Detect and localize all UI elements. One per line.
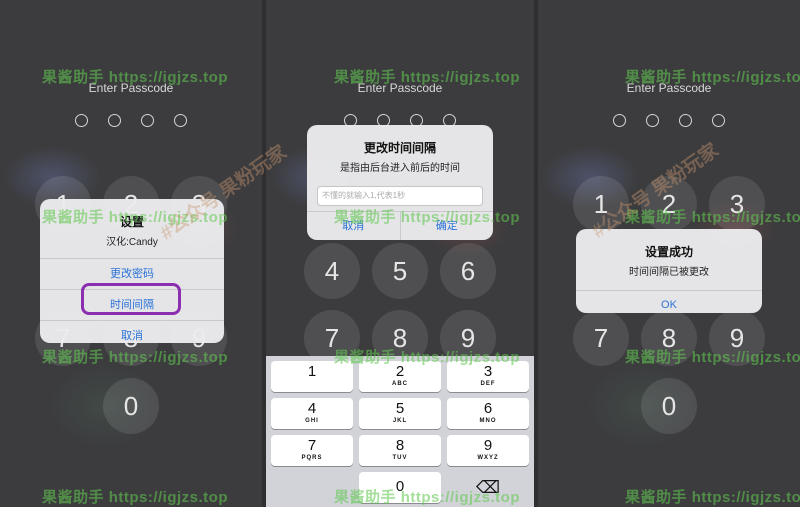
watermark: 果酱助手 https://igjzs.top [625, 66, 800, 87]
number-keyboard: 1 2 ABC 3 DEF 4 GHI 5 JKL 6 MNO 7 PQRS 8 TUV 9W… [266, 356, 534, 507]
cancel-button[interactable]: 取消 [40, 320, 224, 343]
key-letters: WXYZ [477, 455, 499, 461]
watermark-brand: 果酱助手 [625, 489, 688, 506]
ok-button[interactable]: OK [576, 290, 762, 313]
alert-title: 更改时间间隔 [363, 141, 436, 155]
key-letters: DEF [480, 381, 496, 387]
keyboard-key-7[interactable]: 7 PQRS [271, 435, 353, 466]
key-digit: 6 [483, 400, 493, 417]
watermark-url: https://igjzs.top [691, 209, 800, 226]
watermark: 果酱助手 https://igjzs.top [334, 486, 520, 507]
key-letters: GHI [305, 418, 319, 424]
watermark: 果酱助手 https://igjzs.top [334, 66, 520, 87]
watermark: 果酱助手 https://igjzs.top [334, 206, 520, 227]
watermark-brand: 果酱助手 [42, 489, 105, 506]
watermark-brand: 果酱助手 [42, 69, 105, 86]
watermark-brand: 果酱助手 [334, 489, 397, 506]
watermark-url: https://igjzs.top [400, 349, 521, 366]
passcode-dots [538, 114, 800, 127]
keyboard-key-9[interactable]: 9 WXYZ [447, 435, 529, 466]
watermark: 果酱助手 https://igjzs.top [625, 206, 800, 227]
watermark-url: https://igjzs.top [108, 489, 229, 506]
watermark: 果酱助手 https://igjzs.top [42, 486, 228, 507]
alert-subtitle: 时间间隔已被更改 [629, 267, 709, 278]
alert-subtitle: 汉化:Candy [106, 237, 158, 248]
key-digit: 5 [395, 400, 405, 417]
keypad-key-0[interactable]: 0 [641, 378, 697, 434]
interval-input[interactable]: 不懂的就输入1,代表1秒 [317, 186, 483, 206]
key-digit: 9 [483, 437, 493, 454]
alert-subtitle: 是指由后台进入前后的时间 [340, 163, 460, 174]
keypad-key-7[interactable]: 7 [573, 310, 629, 366]
watermark-brand: 果酱助手 [334, 209, 397, 226]
keypad-key-4[interactable]: 4 [304, 243, 360, 299]
watermark-url: https://igjzs.top [400, 69, 521, 86]
watermark: 果酱助手 https://igjzs.top [42, 346, 228, 367]
key-digit: 4 [307, 400, 317, 417]
watermark: 果酱助手 https://igjzs.top [334, 346, 520, 367]
keyboard-key-8[interactable]: 8 TUV [359, 435, 441, 466]
watermark-url: https://igjzs.top [108, 349, 229, 366]
key-letters: JKL [392, 418, 408, 424]
keyboard-key-4[interactable]: 4 GHI [271, 398, 353, 429]
watermark-url: https://igjzs.top [691, 489, 800, 506]
key-digit: 8 [395, 437, 405, 454]
watermark-brand: 果酱助手 [625, 349, 688, 366]
key-letters: PQRS [301, 455, 323, 461]
key-digit: 7 [307, 437, 317, 454]
passcode-dot [646, 114, 659, 127]
watermark-url: https://igjzs.top [691, 349, 800, 366]
key-letters: TUV [392, 455, 408, 461]
keypad-key-6[interactable]: 6 [440, 243, 496, 299]
watermark-brand: 果酱助手 [334, 349, 397, 366]
key-letters: MNO [479, 418, 497, 424]
passcode-dot [141, 114, 154, 127]
watermark-brand: 果酱助手 [334, 69, 397, 86]
keyboard-key-6[interactable]: 6 MNO [447, 398, 529, 429]
watermark-brand: 果酱助手 [42, 209, 105, 226]
passcode-dot [712, 114, 725, 127]
watermark-brand: 果酱助手 [42, 349, 105, 366]
watermark-url: https://igjzs.top [691, 69, 800, 86]
passcode-dot [75, 114, 88, 127]
passcode-dot [108, 114, 121, 127]
passcode-dot [613, 114, 626, 127]
watermark: 果酱助手 https://igjzs.top [625, 486, 800, 507]
keypad-key-5[interactable]: 5 [372, 243, 428, 299]
passcode-dot [174, 114, 187, 127]
highlight-box [81, 283, 181, 315]
watermark-url: https://igjzs.top [400, 209, 521, 226]
key-letters: ABC [392, 381, 408, 387]
watermark: 果酱助手 https://igjzs.top [42, 66, 228, 87]
screenshot-stage: Enter Passcode 1 2 3 7 8 9 0 设置 汉化:Candy… [0, 0, 800, 507]
success-alert: 设置成功 时间间隔已被更改 OK [576, 229, 762, 313]
watermark-url: https://igjzs.top [108, 69, 229, 86]
keypad-key-0[interactable]: 0 [103, 378, 159, 434]
watermark: 果酱助手 https://igjzs.top [625, 346, 800, 367]
passcode-dots [0, 114, 262, 127]
watermark-brand: 果酱助手 [625, 69, 688, 86]
keyboard-key-5[interactable]: 5 JKL [359, 398, 441, 429]
watermark-url: https://igjzs.top [400, 489, 521, 506]
passcode-dot [679, 114, 692, 127]
